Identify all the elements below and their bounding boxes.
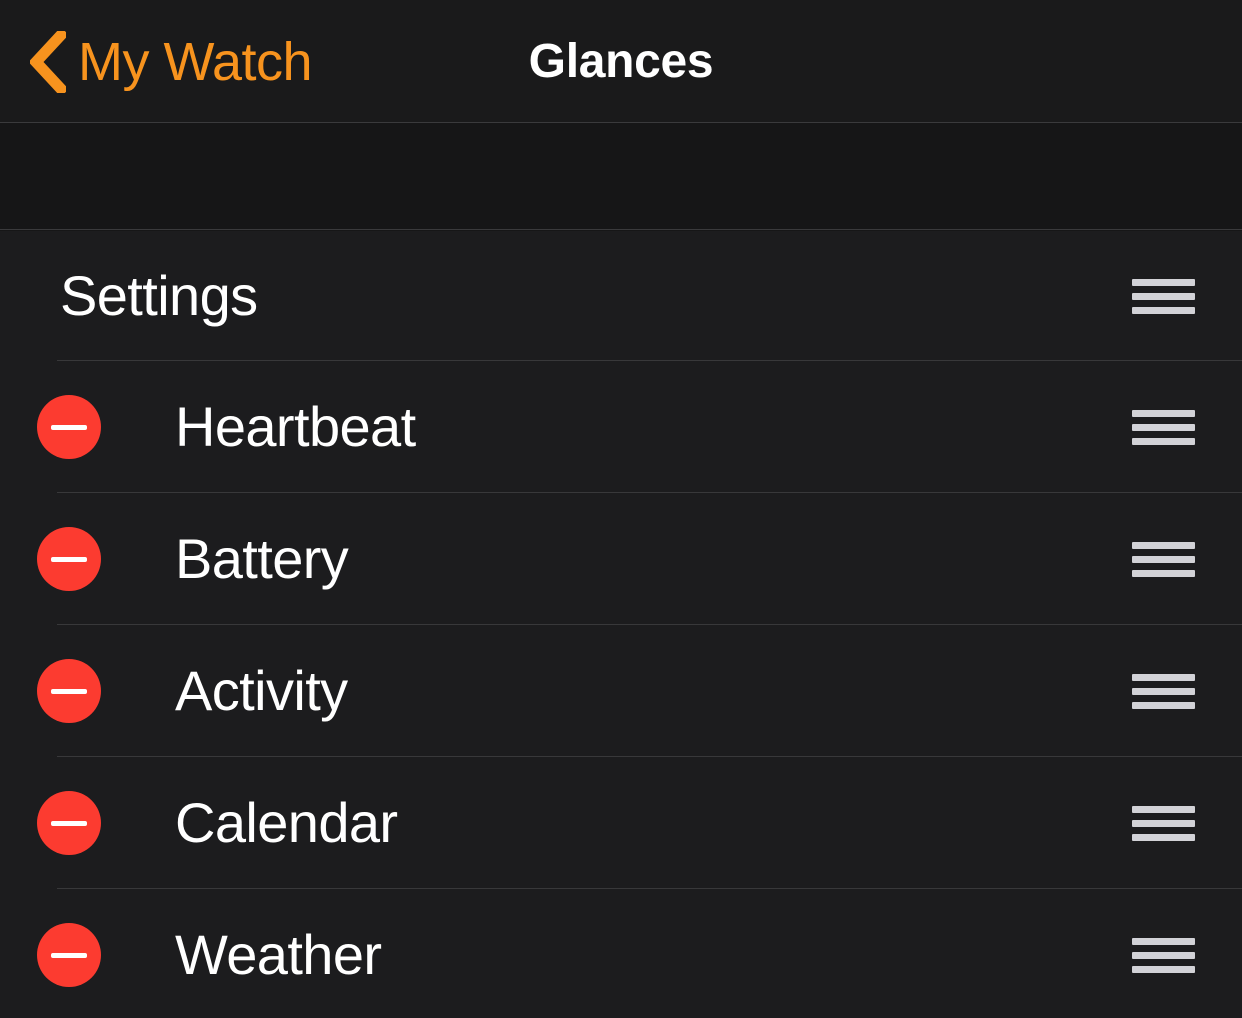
reorder-bar	[1132, 819, 1195, 827]
reorder-handle-icon[interactable]	[1132, 409, 1195, 445]
delete-control[interactable]	[0, 361, 140, 493]
list-row[interactable]: Heartbeat	[0, 361, 1242, 493]
list-row[interactable]: Battery	[0, 493, 1242, 625]
reorder-handle-icon[interactable]	[1132, 937, 1195, 973]
reorder-handle-icon[interactable]	[1132, 673, 1195, 709]
back-button[interactable]: My Watch	[30, 0, 313, 123]
minus-circle-icon[interactable]	[37, 923, 101, 987]
reorder-bar	[1132, 569, 1195, 577]
list-row-label: Heartbeat	[175, 395, 416, 458]
minus-circle-icon[interactable]	[37, 527, 101, 591]
reorder-bar	[1132, 805, 1195, 813]
list-row-label: Activity	[175, 659, 348, 722]
reorder-bar	[1132, 306, 1195, 314]
reorder-handle-icon[interactable]	[1132, 541, 1195, 577]
delete-control[interactable]	[0, 889, 140, 1018]
delete-control[interactable]	[0, 493, 140, 625]
reorder-bar	[1132, 701, 1195, 709]
reorder-bar	[1132, 292, 1195, 300]
reorder-bar	[1132, 687, 1195, 695]
list-row-label: Calendar	[175, 791, 398, 854]
chevron-left-icon	[30, 30, 66, 93]
reorder-bar	[1132, 541, 1195, 549]
minus-circle-icon[interactable]	[37, 791, 101, 855]
glances-screen: Glances My Watch Settings Heartbeat Batter…	[0, 0, 1242, 1018]
page-title-label: Glances	[528, 35, 714, 88]
delete-control[interactable]	[0, 625, 140, 757]
reorder-bar	[1132, 409, 1195, 417]
list-row[interactable]: Weather	[0, 889, 1242, 1018]
reorder-bar	[1132, 673, 1195, 681]
list-row-label: Weather	[175, 923, 382, 986]
navigation-bar: Glances My Watch	[0, 0, 1242, 123]
reorder-bar	[1132, 423, 1195, 431]
section-row-label: Settings	[60, 264, 258, 327]
reorder-bar	[1132, 937, 1195, 945]
reorder-handle-icon[interactable]	[1132, 805, 1195, 841]
delete-control[interactable]	[0, 757, 140, 889]
list-row[interactable]: Calendar	[0, 757, 1242, 889]
reorder-bar	[1132, 437, 1195, 445]
reorder-handle-icon[interactable]	[1132, 278, 1195, 314]
list-row[interactable]: Activity	[0, 625, 1242, 757]
reorder-bar	[1132, 965, 1195, 973]
list-section-row[interactable]: Settings	[0, 231, 1242, 361]
back-button-label: My Watch	[78, 31, 313, 92]
reorder-bar	[1132, 951, 1195, 959]
reorder-bar	[1132, 278, 1195, 286]
list-row-label: Battery	[175, 527, 349, 590]
glances-list: Settings Heartbeat Battery Activity Calendar…	[0, 231, 1242, 1018]
reorder-bar	[1132, 833, 1195, 841]
list-header-spacer	[0, 124, 1242, 230]
reorder-bar	[1132, 555, 1195, 563]
minus-circle-icon[interactable]	[37, 395, 101, 459]
minus-circle-icon[interactable]	[37, 659, 101, 723]
